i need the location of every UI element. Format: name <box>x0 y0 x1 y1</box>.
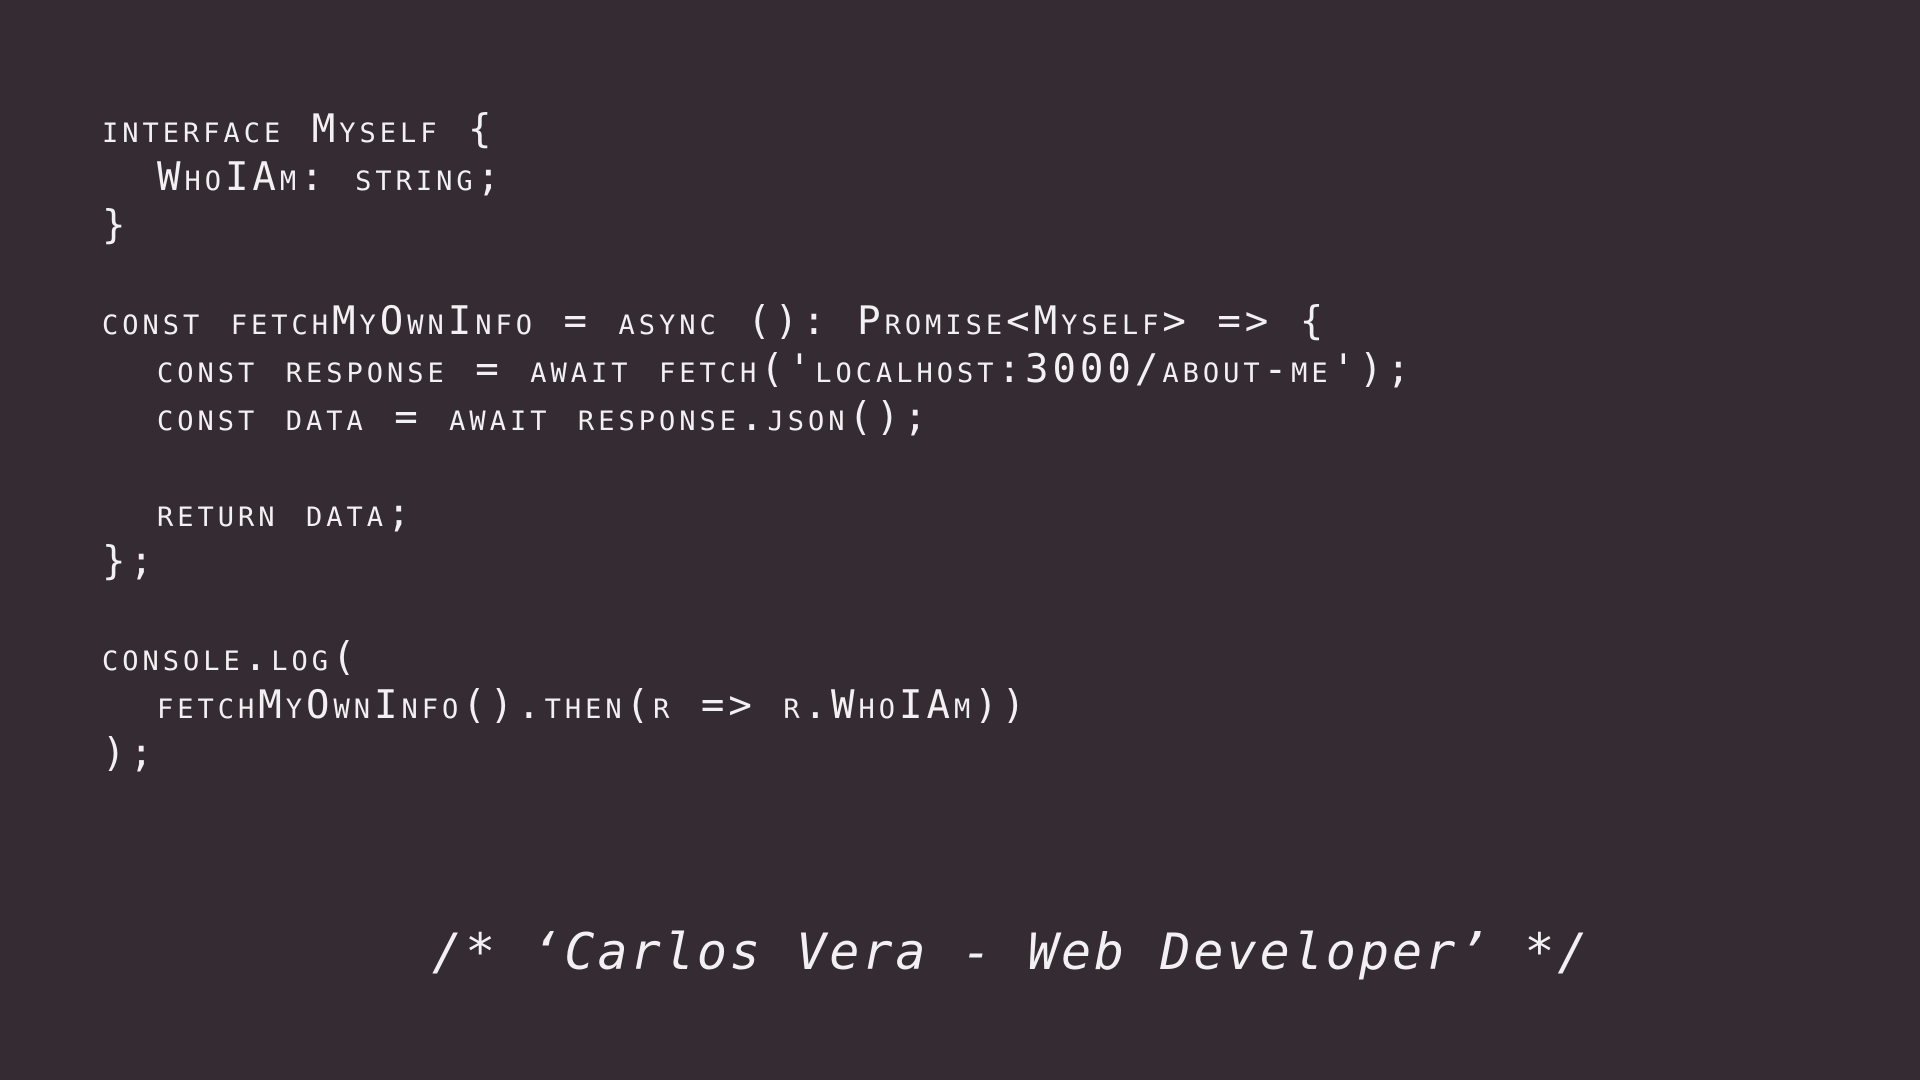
code-line: const fetchMyOwnInfo = async (): Promise… <box>102 299 1328 344</box>
code-line: const data = await response.json(); <box>102 395 931 440</box>
code-line: const response = await fetch('localhost:… <box>102 347 1415 392</box>
code-line: interface Myself { <box>102 107 496 152</box>
code-line: console.log( <box>102 635 360 680</box>
code-line: } <box>102 203 130 248</box>
code-line: WhoIAm: string; <box>102 155 505 200</box>
signature-comment: /* ‘Carlos Vera - Web Developer’ */ <box>432 923 1591 981</box>
code-line: fetchMyOwnInfo().then(r => r.WhoIAm)) <box>102 683 1030 728</box>
code-line: }; <box>102 539 157 584</box>
code-snippet: interface Myself { WhoIAm: string;} const… <box>102 106 1802 778</box>
code-line: ); <box>102 731 157 776</box>
code-line: return data; <box>102 491 415 536</box>
